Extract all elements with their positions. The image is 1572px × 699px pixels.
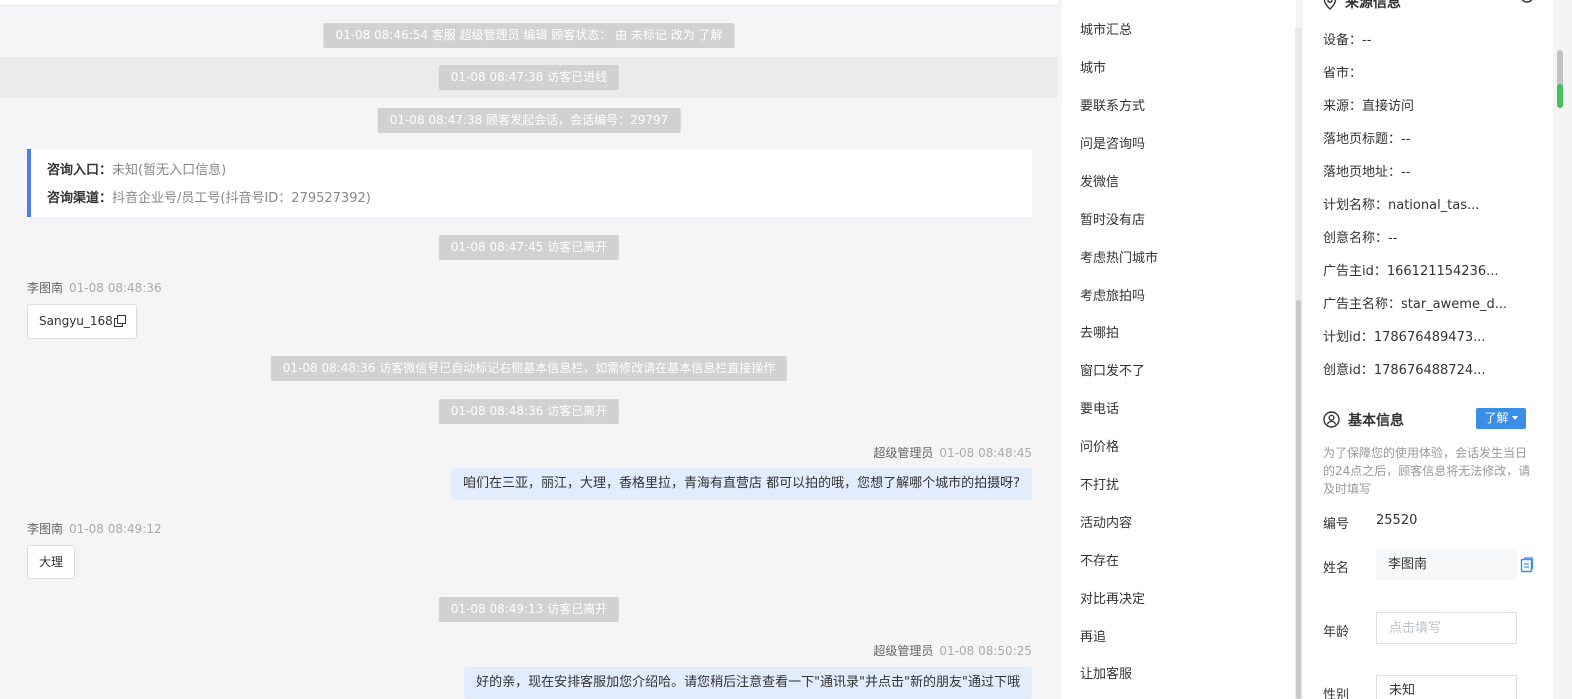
message-text: Sangyu_168 bbox=[39, 314, 113, 328]
copy-icon[interactable] bbox=[113, 315, 126, 327]
tag-item[interactable]: 要联系方式 bbox=[1080, 95, 1145, 114]
visitor-message[interactable]: Sangyu_168 bbox=[27, 304, 137, 339]
system-message: 01-08 08:46:54 客服 超级管理员 编辑 顾客状态： 由 未标记 改… bbox=[323, 23, 735, 48]
tag-item[interactable]: 去哪拍 bbox=[1080, 322, 1119, 341]
age-input[interactable] bbox=[1376, 612, 1517, 644]
status-tag-label: 了解 bbox=[1484, 411, 1509, 425]
system-message: 01-08 08:48:36 访客微信号已自动标记右侧基本信息栏，如需修改请在基… bbox=[270, 356, 788, 381]
agent-sender: 超级管理员 01-08 08:48:45 bbox=[873, 444, 1032, 461]
tag-item[interactable]: 考虑旅拍吗 bbox=[1080, 285, 1145, 304]
edit-notice: 为了保障您的使用体验，会话发生当日的24点之后，顾客信息将无法修改，请及时填写 bbox=[1323, 446, 1531, 496]
source-info-header: 来源信息 bbox=[1323, 0, 1401, 14]
id-value: 25520 bbox=[1376, 513, 1418, 528]
visitor-sender: 李图南 01-08 08:48:36 bbox=[27, 279, 162, 296]
gender-select[interactable]: 未知 bbox=[1376, 675, 1517, 699]
agent-message[interactable]: 咱们在三亚，丽江，大理，香格里拉，青海有直营店 都可以拍的哦，您想了解哪个城市的… bbox=[450, 468, 1032, 500]
tag-item[interactable]: 活动内容 bbox=[1080, 512, 1132, 531]
tag-item[interactable]: 要电话 bbox=[1080, 398, 1119, 417]
gender-label: 性别 bbox=[1323, 688, 1350, 699]
agent-message[interactable]: 好的亲，现在安排客服加您介绍哈。请您稍后注意查看一下"通讯录"并点击"新的朋友"… bbox=[464, 667, 1032, 699]
message-time: 01-08 08:50:25 bbox=[939, 644, 1032, 658]
system-message: 01-08 08:49:13 访客已离开 bbox=[438, 597, 620, 622]
tag-item[interactable]: 对比再决定 bbox=[1080, 588, 1145, 607]
agent-name: 超级管理员 bbox=[873, 644, 934, 658]
source-advertiser-name: 广告主名称：star_aweme_d... bbox=[1323, 297, 1508, 312]
entry-value: 未知(暂无入口信息) bbox=[112, 163, 227, 178]
agent-sender: 超级管理员 01-08 08:50:25 bbox=[873, 642, 1032, 659]
tag-item[interactable]: 发微信 bbox=[1080, 171, 1119, 190]
source-province-city: 省市： bbox=[1323, 66, 1363, 81]
tag-item[interactable]: 窗口发不了 bbox=[1080, 360, 1145, 379]
tag-item[interactable]: 再追 bbox=[1080, 626, 1106, 645]
entry-label: 咨询入口： bbox=[47, 163, 113, 178]
tag-item[interactable]: 让加客服 bbox=[1080, 663, 1132, 682]
system-message: 01-08 08:47:38 访客已进线 bbox=[438, 65, 620, 90]
channel-value: 抖音企业号/员工号(抖音号ID：279527392) bbox=[112, 191, 371, 206]
message-time: 01-08 08:48:36 bbox=[69, 281, 162, 295]
consult-entry-card: 咨询入口：未知(暂无入口信息) 咨询渠道：抖音企业号/员工号(抖音号ID：279… bbox=[27, 149, 1032, 217]
id-label: 编号 bbox=[1323, 517, 1350, 532]
source-plan-name: 计划名称：national_tas... bbox=[1323, 198, 1480, 213]
source-origin: 来源：直接访问 bbox=[1323, 99, 1415, 114]
customer-status-dropdown[interactable]: 了解 bbox=[1476, 408, 1526, 429]
name-field[interactable]: 李图南 bbox=[1376, 549, 1517, 580]
basic-info-header: 基本信息 bbox=[1323, 410, 1404, 432]
visitor-sender: 李图南 01-08 08:49:12 bbox=[27, 520, 162, 537]
tag-item[interactable]: 问是咨询吗 bbox=[1080, 133, 1145, 152]
settings-icon[interactable] bbox=[1519, 0, 1535, 10]
system-message: 01-08 08:47:45 访客已离开 bbox=[438, 235, 620, 260]
tag-item[interactable]: 城市汇总 bbox=[1080, 19, 1132, 38]
age-label: 年龄 bbox=[1323, 625, 1350, 640]
tag-item[interactable]: 考虑热门城市 bbox=[1080, 247, 1158, 266]
source-landing-title: 落地页标题：-- bbox=[1323, 132, 1411, 147]
visitor-name: 李图南 bbox=[27, 522, 64, 536]
source-landing-url: 落地页地址：-- bbox=[1323, 165, 1411, 180]
system-message: 01-08 08:47:38 顾客发起会话，会话编号：29797 bbox=[377, 108, 681, 133]
tag-item[interactable]: 问价格 bbox=[1080, 436, 1119, 455]
source-info-title: 来源信息 bbox=[1345, 0, 1401, 11]
visitor-name: 李图南 bbox=[27, 281, 64, 295]
tag-item[interactable]: 不存在 bbox=[1080, 550, 1119, 569]
customer-info-panel: 来源信息 设备：-- 省市： 来源：直接访问 落地页标题：-- 落地页地址：--… bbox=[1303, 0, 1553, 699]
visitor-message[interactable]: 大理 bbox=[27, 545, 76, 579]
chat-top-edge bbox=[0, 0, 1058, 5]
source-plan-id: 计划id：178676489473... bbox=[1323, 330, 1486, 345]
location-icon bbox=[1323, 0, 1337, 14]
tag-list-scrollbar-thumb[interactable] bbox=[1296, 300, 1301, 699]
basic-info-title: 基本信息 bbox=[1348, 413, 1404, 429]
caret-down-icon bbox=[1511, 416, 1518, 420]
message-text: 大理 bbox=[39, 555, 64, 569]
source-advertiser-id: 广告主id：166121154236... bbox=[1323, 264, 1499, 279]
source-creative-id: 创意id：178676488724... bbox=[1323, 363, 1486, 378]
user-circle-icon bbox=[1323, 411, 1340, 432]
source-creative-name: 创意名称：-- bbox=[1323, 231, 1398, 246]
channel-label: 咨询渠道： bbox=[47, 191, 113, 206]
scroll-progress-indicator bbox=[1557, 84, 1563, 108]
tag-item[interactable]: 不打扰 bbox=[1080, 474, 1119, 493]
tag-item[interactable]: 城市 bbox=[1080, 57, 1106, 76]
message-time: 01-08 08:48:45 bbox=[939, 446, 1032, 460]
tag-item[interactable]: 暂时没有店 bbox=[1080, 209, 1145, 228]
quick-tag-list: 城市汇总 城市 要联系方式 问是咨询吗 发微信 暂时没有店 考虑热门城市 考虑旅… bbox=[1062, 0, 1296, 699]
system-message: 01-08 08:48:36 访客已离开 bbox=[438, 399, 620, 424]
edit-copy-icon[interactable] bbox=[1520, 557, 1534, 577]
chat-panel: 01-08 08:46:54 客服 超级管理员 编辑 顾客状态： 由 未标记 改… bbox=[0, 0, 1062, 699]
message-time: 01-08 08:49:12 bbox=[69, 522, 162, 536]
agent-name: 超级管理员 bbox=[873, 446, 934, 460]
name-label: 姓名 bbox=[1323, 561, 1350, 576]
source-device: 设备：-- bbox=[1323, 33, 1372, 48]
